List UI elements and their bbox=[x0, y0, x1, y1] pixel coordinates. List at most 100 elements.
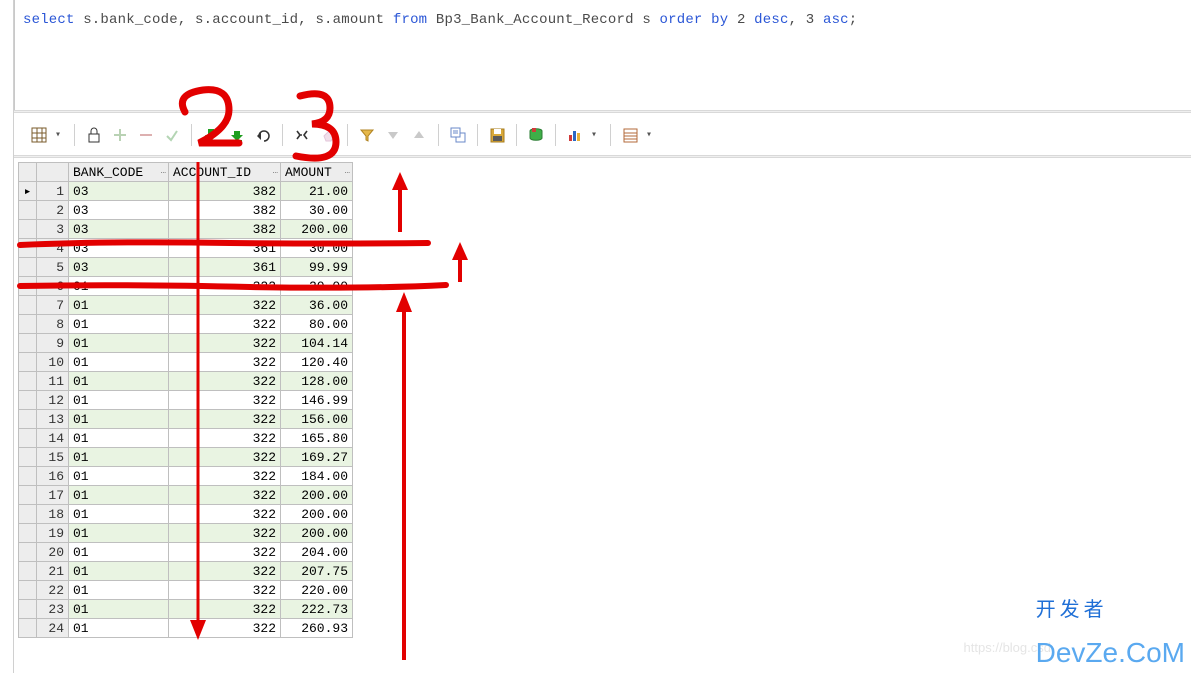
cell-account-id[interactable]: 322 bbox=[169, 467, 281, 486]
cell-bank-code[interactable]: 01 bbox=[69, 391, 169, 410]
cell-amount[interactable]: 200.00 bbox=[281, 524, 353, 543]
table-row[interactable]: 1801322200.00 bbox=[19, 505, 353, 524]
cell-bank-code[interactable]: 03 bbox=[69, 201, 169, 220]
cell-amount[interactable]: 128.00 bbox=[281, 372, 353, 391]
cell-bank-code[interactable]: 01 bbox=[69, 429, 169, 448]
table-row[interactable]: 1601322184.00 bbox=[19, 467, 353, 486]
grid-button[interactable] bbox=[26, 122, 52, 148]
cell-account-id[interactable]: 382 bbox=[169, 220, 281, 239]
cell-bank-code[interactable]: 01 bbox=[69, 543, 169, 562]
cell-account-id[interactable]: 322 bbox=[169, 448, 281, 467]
cell-amount[interactable]: 30.00 bbox=[281, 239, 353, 258]
cell-amount[interactable]: 104.14 bbox=[281, 334, 353, 353]
results-grid[interactable]: BANK_CODE… ACCOUNT_ID… AMOUNT… ▸10338221… bbox=[18, 162, 353, 638]
sort-asc-button[interactable] bbox=[406, 122, 432, 148]
cell-amount[interactable]: 220.00 bbox=[281, 581, 353, 600]
table-row[interactable]: 901322104.14 bbox=[19, 334, 353, 353]
table-row[interactable]: 303382200.00 bbox=[19, 220, 353, 239]
cell-bank-code[interactable]: 01 bbox=[69, 600, 169, 619]
grid-dropdown[interactable]: ▾ bbox=[52, 129, 64, 141]
cell-account-id[interactable]: 322 bbox=[169, 562, 281, 581]
table-row[interactable]: 80132280.00 bbox=[19, 315, 353, 334]
row-marker[interactable] bbox=[19, 600, 37, 619]
cell-bank-code[interactable]: 03 bbox=[69, 220, 169, 239]
cell-account-id[interactable]: 361 bbox=[169, 239, 281, 258]
col-account-id[interactable]: ACCOUNT_ID… bbox=[169, 163, 281, 182]
cell-account-id[interactable]: 322 bbox=[169, 391, 281, 410]
table-row[interactable]: 1701322200.00 bbox=[19, 486, 353, 505]
row-marker[interactable] bbox=[19, 391, 37, 410]
cell-amount[interactable]: 36.00 bbox=[281, 296, 353, 315]
cell-amount[interactable]: 200.00 bbox=[281, 220, 353, 239]
cell-account-id[interactable]: 322 bbox=[169, 600, 281, 619]
row-marker[interactable] bbox=[19, 543, 37, 562]
cell-amount[interactable]: 30.00 bbox=[281, 201, 353, 220]
cell-bank-code[interactable]: 01 bbox=[69, 296, 169, 315]
cell-amount[interactable]: 204.00 bbox=[281, 543, 353, 562]
rollback-button[interactable] bbox=[250, 122, 276, 148]
row-marker[interactable] bbox=[19, 486, 37, 505]
row-marker[interactable] bbox=[19, 429, 37, 448]
export-db-button[interactable] bbox=[523, 122, 549, 148]
cell-amount[interactable]: 200.00 bbox=[281, 486, 353, 505]
row-marker[interactable] bbox=[19, 581, 37, 600]
cell-bank-code[interactable]: 01 bbox=[69, 448, 169, 467]
fetch-all-button[interactable] bbox=[224, 122, 250, 148]
cell-bank-code[interactable]: 01 bbox=[69, 524, 169, 543]
cell-amount[interactable]: 169.27 bbox=[281, 448, 353, 467]
lock-button[interactable] bbox=[81, 122, 107, 148]
cell-bank-code[interactable]: 01 bbox=[69, 410, 169, 429]
view-list-dropdown[interactable]: ▾ bbox=[643, 129, 655, 141]
table-row[interactable]: 40336130.00 bbox=[19, 239, 353, 258]
chart-dropdown[interactable]: ▾ bbox=[588, 129, 600, 141]
table-row[interactable]: 1501322169.27 bbox=[19, 448, 353, 467]
cell-amount[interactable]: 165.80 bbox=[281, 429, 353, 448]
cell-amount[interactable]: 20.00 bbox=[281, 277, 353, 296]
cell-account-id[interactable]: 322 bbox=[169, 334, 281, 353]
row-marker[interactable] bbox=[19, 201, 37, 220]
row-marker[interactable] bbox=[19, 296, 37, 315]
cell-amount[interactable]: 80.00 bbox=[281, 315, 353, 334]
rownum-header[interactable] bbox=[37, 163, 69, 182]
row-marker[interactable] bbox=[19, 410, 37, 429]
cell-account-id[interactable]: 322 bbox=[169, 315, 281, 334]
cell-bank-code[interactable]: 01 bbox=[69, 315, 169, 334]
cell-account-id[interactable]: 322 bbox=[169, 353, 281, 372]
row-marker[interactable] bbox=[19, 619, 37, 638]
cell-account-id[interactable]: 322 bbox=[169, 296, 281, 315]
table-row[interactable]: 2001322204.00 bbox=[19, 543, 353, 562]
cell-account-id[interactable]: 322 bbox=[169, 543, 281, 562]
cell-bank-code[interactable]: 01 bbox=[69, 486, 169, 505]
table-row[interactable]: 50336199.99 bbox=[19, 258, 353, 277]
row-marker[interactable] bbox=[19, 277, 37, 296]
cell-bank-code[interactable]: 01 bbox=[69, 581, 169, 600]
sort-desc-button[interactable] bbox=[380, 122, 406, 148]
add-row-button[interactable] bbox=[107, 122, 133, 148]
table-row[interactable]: 20338230.00 bbox=[19, 201, 353, 220]
delete-row-button[interactable] bbox=[133, 122, 159, 148]
filter-button[interactable] bbox=[354, 122, 380, 148]
cell-amount[interactable]: 260.93 bbox=[281, 619, 353, 638]
cell-account-id[interactable]: 322 bbox=[169, 619, 281, 638]
table-row[interactable]: 1901322200.00 bbox=[19, 524, 353, 543]
table-row[interactable]: 60132220.00 bbox=[19, 277, 353, 296]
cell-amount[interactable]: 99.99 bbox=[281, 258, 353, 277]
post-edit-button[interactable] bbox=[159, 122, 185, 148]
sql-editor[interactable]: select s.bank_code, s.account_id, s.amou… bbox=[14, 0, 1191, 110]
cell-bank-code[interactable]: 01 bbox=[69, 334, 169, 353]
cell-account-id[interactable]: 322 bbox=[169, 581, 281, 600]
cell-amount[interactable]: 146.99 bbox=[281, 391, 353, 410]
cell-amount[interactable]: 200.00 bbox=[281, 505, 353, 524]
cell-account-id[interactable]: 322 bbox=[169, 277, 281, 296]
cell-bank-code[interactable]: 01 bbox=[69, 353, 169, 372]
row-marker[interactable] bbox=[19, 448, 37, 467]
cell-bank-code[interactable]: 03 bbox=[69, 258, 169, 277]
cell-account-id[interactable]: 382 bbox=[169, 201, 281, 220]
save-button[interactable] bbox=[484, 122, 510, 148]
table-row[interactable]: 1301322156.00 bbox=[19, 410, 353, 429]
rowmark-header[interactable] bbox=[19, 163, 37, 182]
table-row[interactable]: 2201322220.00 bbox=[19, 581, 353, 600]
row-marker[interactable] bbox=[19, 467, 37, 486]
cell-bank-code[interactable]: 03 bbox=[69, 182, 169, 201]
cell-bank-code[interactable]: 01 bbox=[69, 372, 169, 391]
